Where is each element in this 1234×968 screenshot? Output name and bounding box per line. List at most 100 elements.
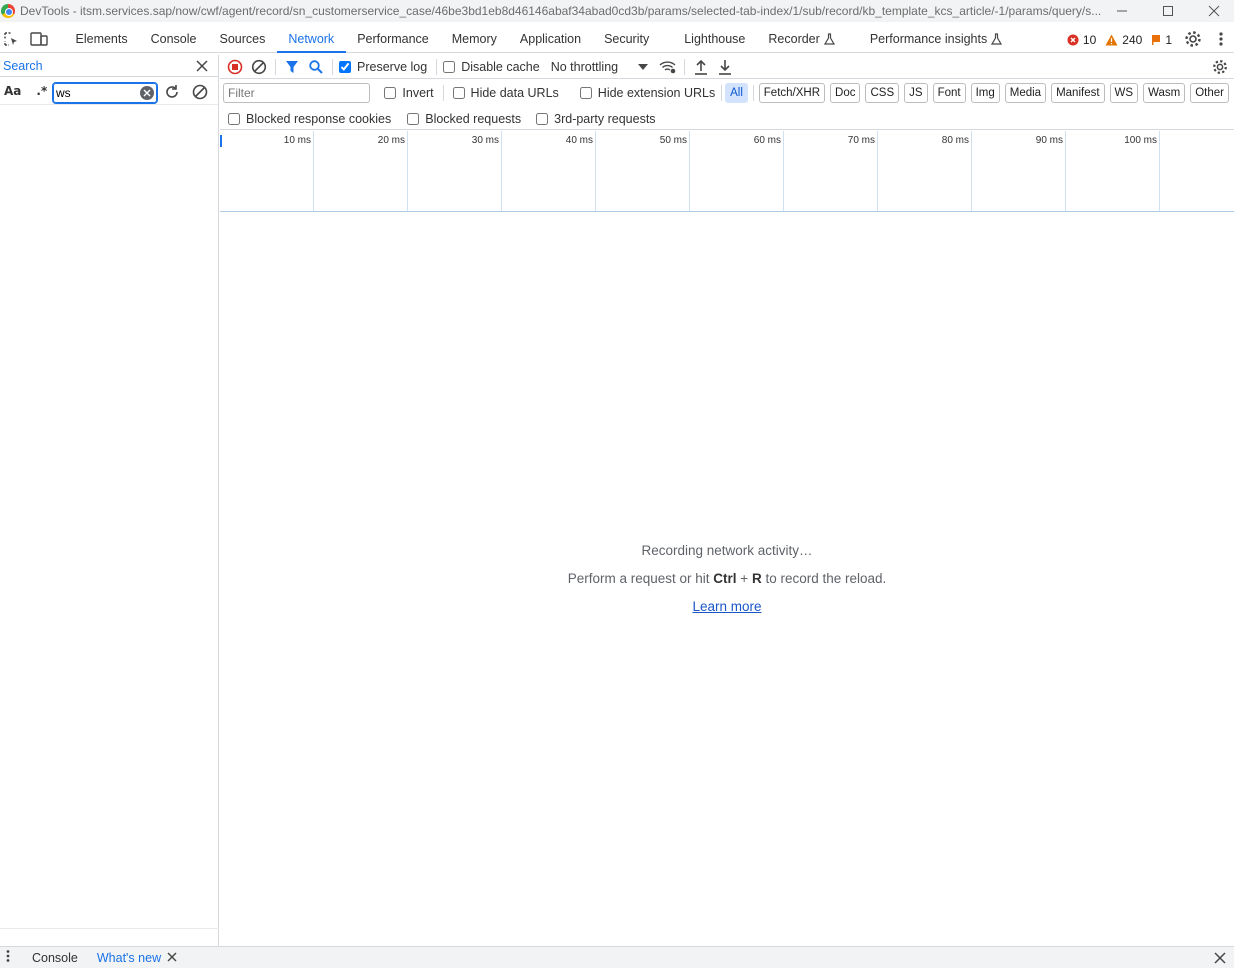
blocked-response-cookies-check[interactable] — [228, 112, 240, 125]
preserve-log-check[interactable] — [339, 60, 351, 73]
inspect-element-icon[interactable] — [0, 28, 22, 50]
match-case-toggle[interactable]: Aa — [4, 84, 21, 98]
filter-separator — [752, 85, 754, 101]
gear-icon — [1185, 31, 1201, 47]
hide-extension-urls-label: Hide extension URLs — [597, 86, 716, 100]
more-options-button[interactable] — [1210, 28, 1232, 50]
close-icon — [196, 60, 208, 72]
wifi-settings-icon — [659, 60, 676, 73]
import-har-button[interactable] — [689, 56, 713, 78]
tab-network[interactable]: Network — [276, 26, 346, 53]
refresh-search-button[interactable] — [163, 83, 181, 104]
empty-state: Recording network activity… Perform a re… — [220, 540, 1234, 618]
type-filter-other[interactable]: Other — [1190, 83, 1229, 103]
third-party-requests-check[interactable] — [536, 112, 549, 125]
export-har-button[interactable] — [713, 56, 737, 78]
tab-sources[interactable]: Sources — [208, 26, 277, 53]
type-filter-media[interactable]: Media — [1004, 83, 1047, 103]
blocked-response-cookies-checkbox[interactable]: Blocked response cookies — [228, 112, 391, 126]
close-icon — [167, 952, 177, 961]
clear-search-results-button[interactable] — [191, 83, 209, 104]
issue-flag-icon — [1152, 35, 1161, 45]
type-filter-font[interactable]: Font — [932, 83, 966, 103]
type-filter-manifest[interactable]: Manifest — [1051, 83, 1105, 103]
invert-checkbox[interactable]: Invert — [384, 86, 434, 100]
type-filter-css[interactable]: CSS — [865, 83, 900, 103]
search-toggle-button[interactable] — [304, 56, 328, 78]
type-filter-wasm[interactable]: Wasm — [1143, 83, 1186, 103]
settings-button[interactable] — [1182, 28, 1204, 50]
hide-extension-urls-checkbox[interactable]: Hide extension URLs — [579, 86, 716, 100]
timeline-gridline — [313, 131, 314, 211]
type-filter-js[interactable]: JS — [904, 83, 928, 103]
throttling-select[interactable]: No throttling — [551, 60, 649, 74]
search-pane-divider — [0, 928, 219, 929]
learn-more-link[interactable]: Learn more — [220, 590, 1234, 618]
type-filter-fetch-xhr[interactable]: Fetch/XHR — [758, 83, 826, 103]
tab-memory[interactable]: Memory — [440, 26, 508, 53]
close-search-pane-button[interactable] — [196, 57, 208, 76]
type-filter-img[interactable]: Img — [970, 83, 1000, 103]
search-query-box[interactable] — [52, 82, 158, 104]
network-overview-timeline[interactable]: 10 ms 20 ms 30 ms 40 ms 50 ms 60 ms 70 ms 80 ms… — [220, 131, 1234, 212]
regex-toggle[interactable]: .* — [36, 84, 47, 98]
blocked-requests-checkbox[interactable]: Blocked requests — [407, 112, 521, 126]
search-input[interactable] — [54, 84, 138, 102]
search-pane-title: Search — [3, 58, 43, 73]
drawer-tab-whats-new[interactable]: What's new — [97, 951, 161, 965]
close-whats-new-tab-button[interactable] — [167, 951, 177, 965]
network-settings-button[interactable] — [1208, 56, 1232, 78]
error-counter[interactable]: 10 — [1067, 33, 1096, 47]
drawer-menu-icon[interactable] — [6, 949, 10, 966]
chrome-logo-icon — [1, 4, 15, 18]
toolbar-separator — [684, 58, 686, 75]
type-filter-all[interactable]: All — [725, 83, 748, 103]
issue-counters[interactable]: 10 240 1 — [1067, 26, 1172, 53]
window-close-button[interactable] — [1191, 0, 1234, 22]
hide-data-urls-checkbox[interactable]: Hide data URLs — [452, 86, 559, 100]
type-filter-doc[interactable]: Doc — [830, 83, 861, 103]
filter-toggle-button[interactable] — [280, 56, 304, 78]
hide-extension-urls-check[interactable] — [579, 87, 592, 99]
blocked-requests-check[interactable] — [407, 112, 420, 125]
invert-label: Invert — [402, 86, 434, 100]
minimize-button[interactable] — [1099, 0, 1145, 22]
tab-lighthouse[interactable]: Lighthouse — [673, 26, 757, 53]
third-party-requests-label: 3rd-party requests — [554, 111, 656, 126]
close-icon — [1208, 5, 1220, 17]
disable-cache-check[interactable] — [443, 60, 456, 73]
filter-box[interactable] — [223, 83, 371, 103]
disable-cache-checkbox[interactable]: Disable cache — [443, 60, 540, 74]
reload-hint: Perform a request or hit Ctrl + R to rec… — [220, 562, 1234, 590]
network-conditions-button[interactable] — [656, 56, 680, 78]
drawer-tab-console[interactable]: Console — [32, 951, 78, 965]
clear-network-log-button[interactable] — [247, 56, 271, 78]
stop-recording-button[interactable] — [223, 56, 247, 78]
issue-count: 1 — [1165, 32, 1172, 47]
close-drawer-button[interactable] — [1214, 952, 1226, 967]
timeline-tick-label: 50 ms — [659, 135, 687, 146]
tab-security[interactable]: Security — [593, 26, 661, 53]
device-toolbar-icon[interactable] — [28, 28, 50, 50]
tab-application[interactable]: Application — [508, 26, 592, 53]
tab-elements[interactable]: Elements — [64, 26, 139, 53]
clear-search-button[interactable] — [140, 86, 154, 100]
network-toolbar: Preserve log Disable cache No throttling — [220, 55, 1234, 79]
tab-performance-insights[interactable]: Performance insights — [858, 26, 1013, 53]
tab-console[interactable]: Console — [139, 26, 208, 53]
maximize-button[interactable] — [1145, 0, 1191, 22]
warning-counter[interactable]: 240 — [1105, 33, 1142, 47]
third-party-requests-checkbox[interactable]: 3rd-party requests — [536, 111, 656, 126]
search-icon — [309, 59, 323, 74]
filter-input[interactable] — [224, 84, 370, 102]
tab-performance[interactable]: Performance — [346, 26, 441, 53]
search-pane-header: Search — [0, 55, 218, 77]
preserve-log-checkbox[interactable]: Preserve log — [339, 60, 427, 74]
devtools-tabbar: Elements Console Sources Network Perform… — [0, 26, 1234, 53]
issues-counter[interactable]: 1 — [1151, 33, 1172, 47]
invert-check[interactable] — [384, 87, 397, 99]
tab-recorder[interactable]: Recorder — [757, 26, 846, 53]
preserve-log-label: Preserve log — [357, 59, 428, 74]
hide-data-urls-check[interactable] — [452, 87, 465, 99]
type-filter-ws[interactable]: WS — [1109, 83, 1139, 103]
